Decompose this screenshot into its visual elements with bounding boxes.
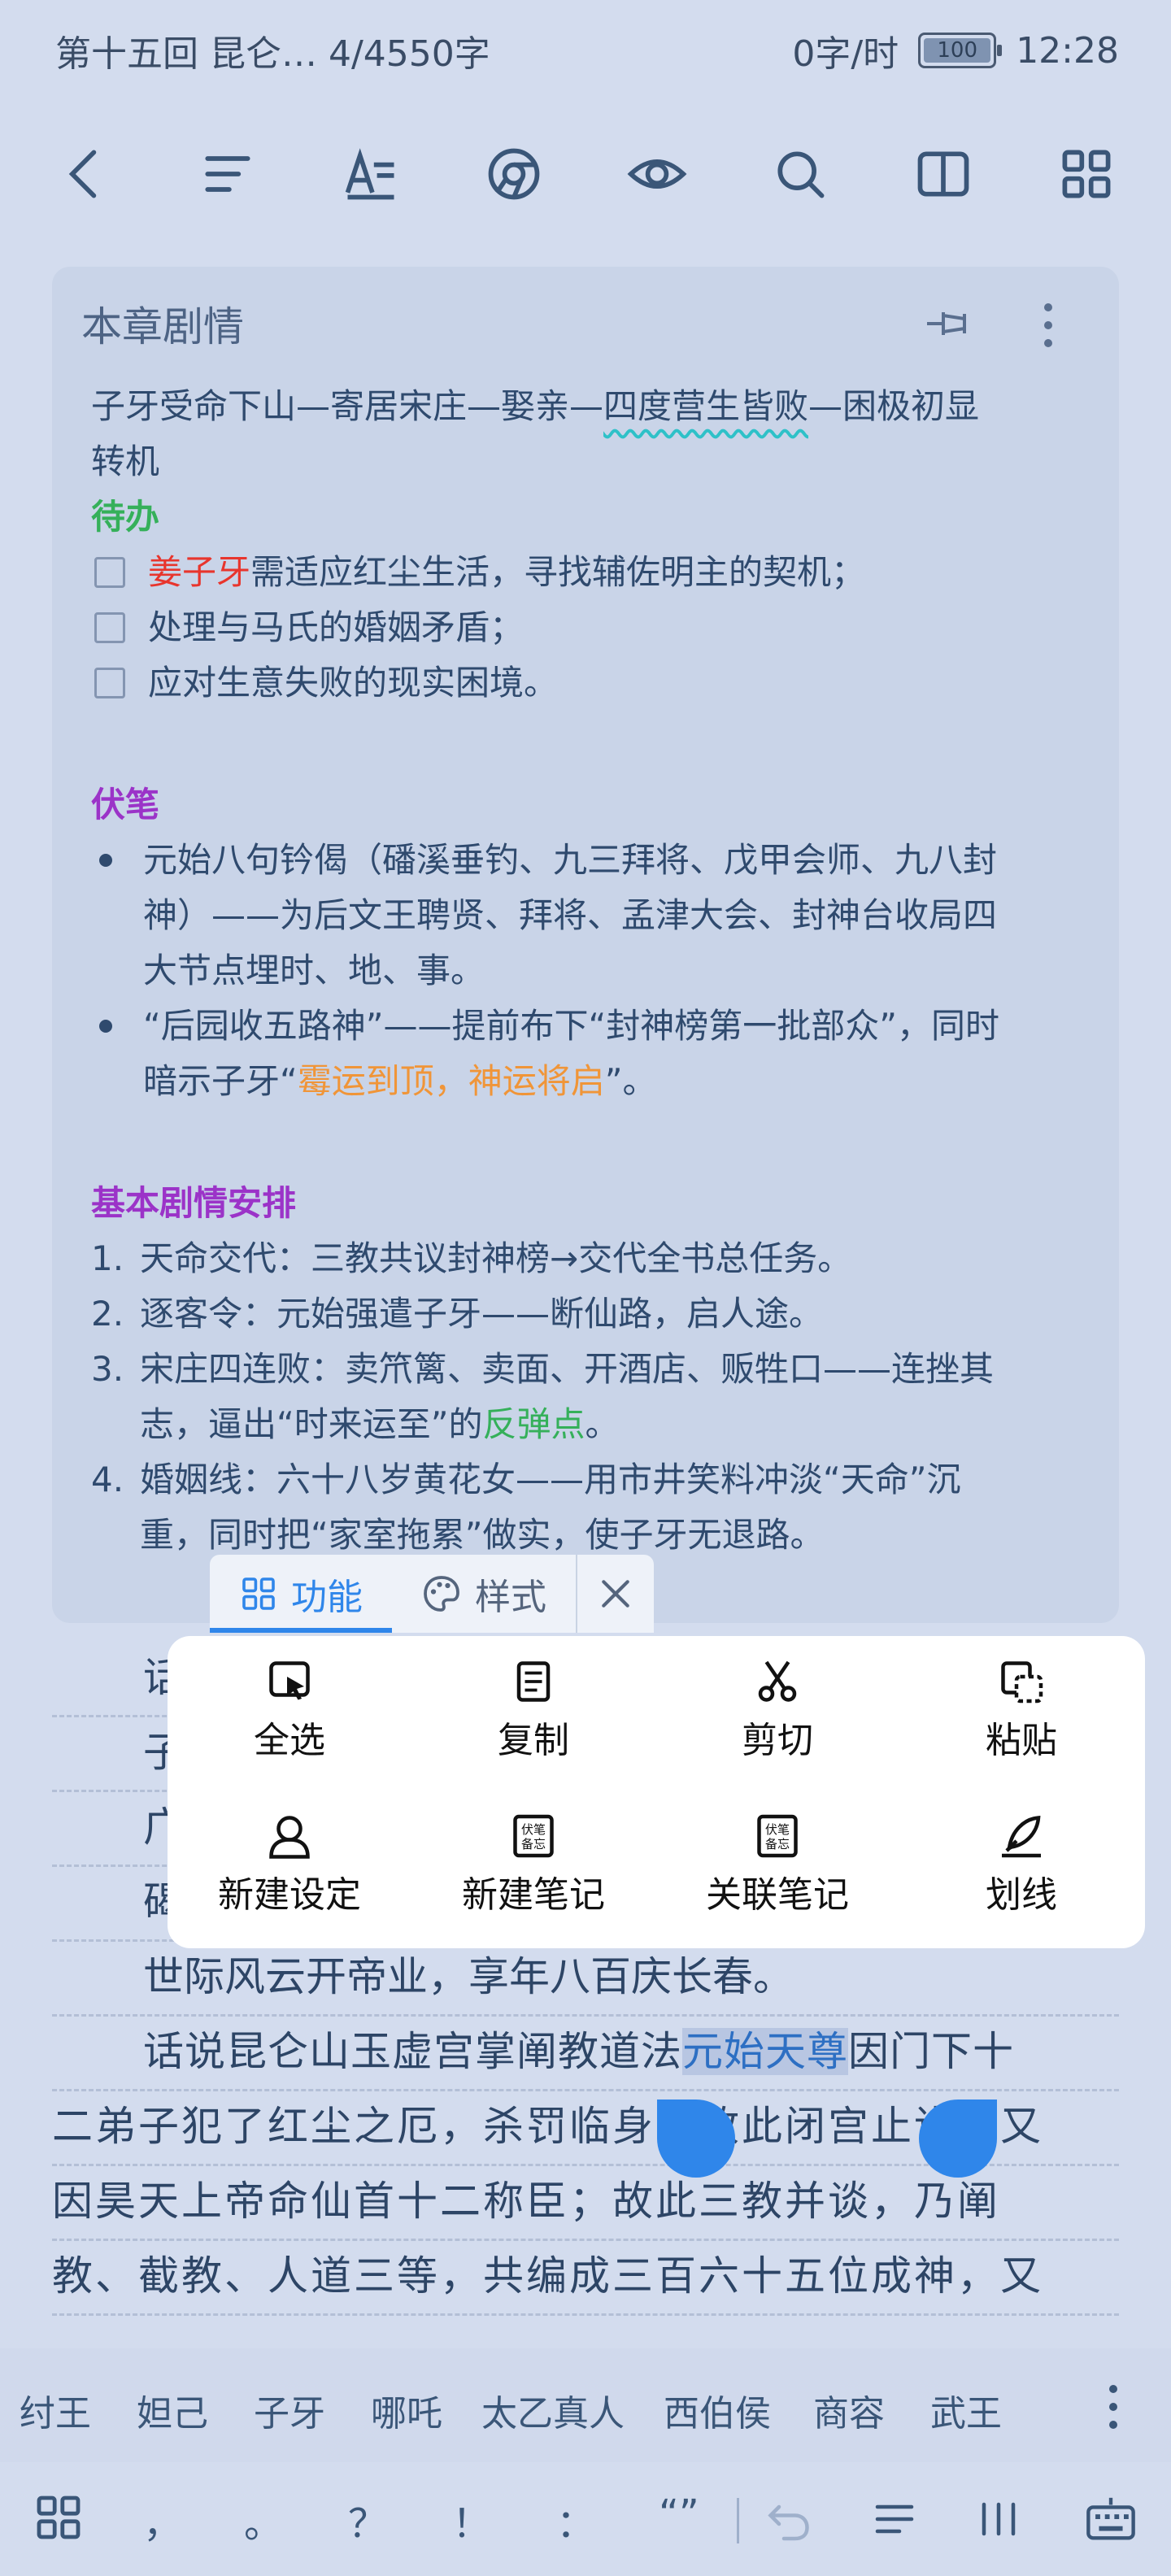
scissors-icon xyxy=(758,1660,797,1702)
paste-icon xyxy=(1001,1661,1043,1704)
selection-end-handle[interactable] xyxy=(919,2100,997,2178)
todo-item[interactable]: 处理与马氏的婚姻矛盾； xyxy=(91,600,1091,655)
pin-icon[interactable] xyxy=(924,301,981,346)
note-icon: 伏笔备忘 xyxy=(513,1814,554,1858)
foreshadow-item: 元始八句钤偈（磻溪垂钓、九三拜将、戊甲会师、九八封 神）——为后文王聘贤、拜将、孟… xyxy=(91,833,1091,999)
grid-icon[interactable] xyxy=(33,2491,85,2543)
cut-button[interactable]: 剪切 xyxy=(664,1636,891,1766)
punct-key[interactable]: ！ xyxy=(452,2491,491,2548)
svg-text:伏笔: 伏笔 xyxy=(765,1822,790,1837)
chapter-plot-card: 本章剧情 子牙受命下山—寄居宋庄—娶亲—四度营生皆败—困极初显 转机 待办 姜子… xyxy=(52,267,1119,1623)
note-link-icon: 伏笔备忘 xyxy=(757,1814,798,1858)
name-chip[interactable]: 商容 xyxy=(813,2384,885,2436)
name-chip[interactable]: 太乙真人 xyxy=(481,2384,625,2436)
context-menu: 全选 复制 剪切 粘贴 新建设定 伏笔 备忘 新建笔记 伏笔 备忘 关联笔记 划线 xyxy=(168,1636,1145,1948)
tab-function[interactable]: 功能 xyxy=(210,1555,392,1633)
close-button[interactable] xyxy=(576,1555,654,1633)
link-note-button[interactable]: 伏笔 备忘 关联笔记 xyxy=(664,1791,891,1921)
outline-icon[interactable] xyxy=(870,2495,919,2543)
name-chip[interactable]: 妲己 xyxy=(137,2384,208,2436)
text-line: 教、截教、人道三等，共编成三百六十五位成神，又 xyxy=(52,2241,1119,2316)
underline-button[interactable]: 划线 xyxy=(908,1791,1135,1921)
tab-style[interactable]: 样式 xyxy=(392,1555,576,1633)
copy-icon xyxy=(516,1661,551,1702)
battery-level: 100 xyxy=(937,38,977,63)
punctuation-bar: ， 。 ？ ！ ： “” xyxy=(0,2462,1171,2576)
copy-button[interactable]: 复制 xyxy=(420,1636,647,1766)
battery-icon: 100 xyxy=(918,33,1003,68)
punct-key[interactable]: ： xyxy=(556,2491,595,2548)
name-chip[interactable]: 子牙 xyxy=(254,2384,325,2436)
plan-item: 2. 逐客令：元始强遣子牙——断仙路，启人途。 xyxy=(91,1294,824,1334)
todo-item[interactable]: 姜子牙需适应红尘生活，寻找辅佐明主的契机； xyxy=(91,545,1091,600)
palette-icon xyxy=(424,1576,459,1612)
back-icon[interactable] xyxy=(54,143,115,205)
outline-icon[interactable] xyxy=(197,143,259,205)
selected-text[interactable]: 元始天尊 xyxy=(682,2028,848,2075)
editor-toolbar xyxy=(0,122,1171,220)
book-icon[interactable] xyxy=(912,143,974,205)
plan-item: 3. 宋庄四连败：卖笊篱、卖面、开酒店、贩牲口——连挫其 志，逼出“时来运至”的反弹… xyxy=(91,1349,995,1444)
text-line: 话说昆仑山玉虚宫掌阐教道法元始天尊因门下十 xyxy=(52,2017,1119,2091)
name-chip[interactable]: 纣王 xyxy=(20,2384,91,2436)
wavy-highlight: 四度营生皆败 xyxy=(603,386,809,426)
cursor-move-icon[interactable] xyxy=(974,2495,1023,2543)
card-body: 子牙受命下山—寄居宋庄—娶亲—四度营生皆败—困极初显 转机 待办 姜子牙需适应红… xyxy=(91,379,1091,1563)
clock: 12:28 xyxy=(1016,29,1119,72)
new-setting-button[interactable]: 新建设定 xyxy=(176,1791,403,1921)
punct-key[interactable]: 。 xyxy=(244,2491,283,2548)
punct-key[interactable]: “” xyxy=(659,2491,699,2537)
plan-title: 基本剧情安排 xyxy=(91,1183,297,1223)
popup-tabs: 功能 样式 xyxy=(210,1555,654,1633)
text-line: 世际风云开帝业，享年八百庆长春。 xyxy=(52,1942,1119,2017)
selection-start-handle[interactable] xyxy=(657,2100,735,2178)
plot-summary: 子牙受命下山—寄居宋庄—娶亲—四度营生皆败—困极初显 xyxy=(91,386,980,426)
foreshadow-item: “后园收五路神”——提前布下“封神榜第一批部众”，同时 暗示子牙“霉运到顶，神运将… xyxy=(91,999,1091,1109)
status-bar: 第十五回 昆仑… 4/4550字 0字/时 100 12:28 xyxy=(0,0,1171,98)
punct-key[interactable]: ？ xyxy=(348,2491,387,2548)
svg-text:备忘: 备忘 xyxy=(521,1837,546,1852)
feather-icon xyxy=(1002,1816,1041,1858)
chapter-info: 第十五回 昆仑… 4/4550字 xyxy=(55,33,490,75)
checkbox[interactable] xyxy=(94,668,125,698)
paste-button[interactable]: 粘贴 xyxy=(908,1636,1135,1766)
name-chip[interactable]: 哪吒 xyxy=(371,2384,442,2436)
select-all-button[interactable]: 全选 xyxy=(176,1636,403,1766)
grid-icon xyxy=(242,1577,275,1610)
plan-item: 1. 天命交代：三教共议封神榜→交代全书总任务。 xyxy=(91,1238,852,1278)
card-title: 本章剧情 xyxy=(81,303,244,350)
select-all-icon xyxy=(269,1661,310,1700)
svg-text:备忘: 备忘 xyxy=(765,1837,790,1852)
quick-name-bar: 纣王 妲己 子牙 哪吒 太乙真人 西伯侯 商容 武王 xyxy=(0,2348,1171,2462)
undo-icon[interactable] xyxy=(764,2495,813,2543)
foreshadow-title: 伏笔 xyxy=(91,785,160,825)
punct-key[interactable]: ， xyxy=(143,2491,182,2548)
grid-icon[interactable] xyxy=(1056,143,1117,205)
more-options-icon[interactable] xyxy=(1036,299,1060,351)
search-icon[interactable] xyxy=(769,143,831,205)
chrome-icon[interactable] xyxy=(483,143,545,205)
eye-icon[interactable] xyxy=(626,143,688,205)
todo-title: 待办 xyxy=(91,497,160,537)
checkbox[interactable] xyxy=(94,557,125,588)
todo-item[interactable]: 应对生意失败的现实困境。 xyxy=(91,655,1091,711)
person-icon xyxy=(269,1816,310,1859)
keyboard-icon[interactable] xyxy=(1085,2495,1137,2543)
close-icon xyxy=(602,1580,629,1608)
checkbox[interactable] xyxy=(94,612,125,643)
name-chip[interactable]: 武王 xyxy=(930,2384,1002,2436)
typing-speed: 0字/时 xyxy=(792,33,899,75)
svg-text:伏笔: 伏笔 xyxy=(521,1822,546,1837)
new-note-button[interactable]: 伏笔 备忘 新建笔记 xyxy=(420,1791,647,1921)
plan-item: 4. 婚姻线：六十八岁黄花女——用市井笑料冲淡“天命”沉 重，同时把“家室拖累”做实… xyxy=(91,1460,961,1555)
name-chip[interactable]: 西伯侯 xyxy=(664,2384,771,2436)
more-names-icon[interactable] xyxy=(1101,2381,1125,2433)
font-style-icon[interactable] xyxy=(340,143,402,205)
